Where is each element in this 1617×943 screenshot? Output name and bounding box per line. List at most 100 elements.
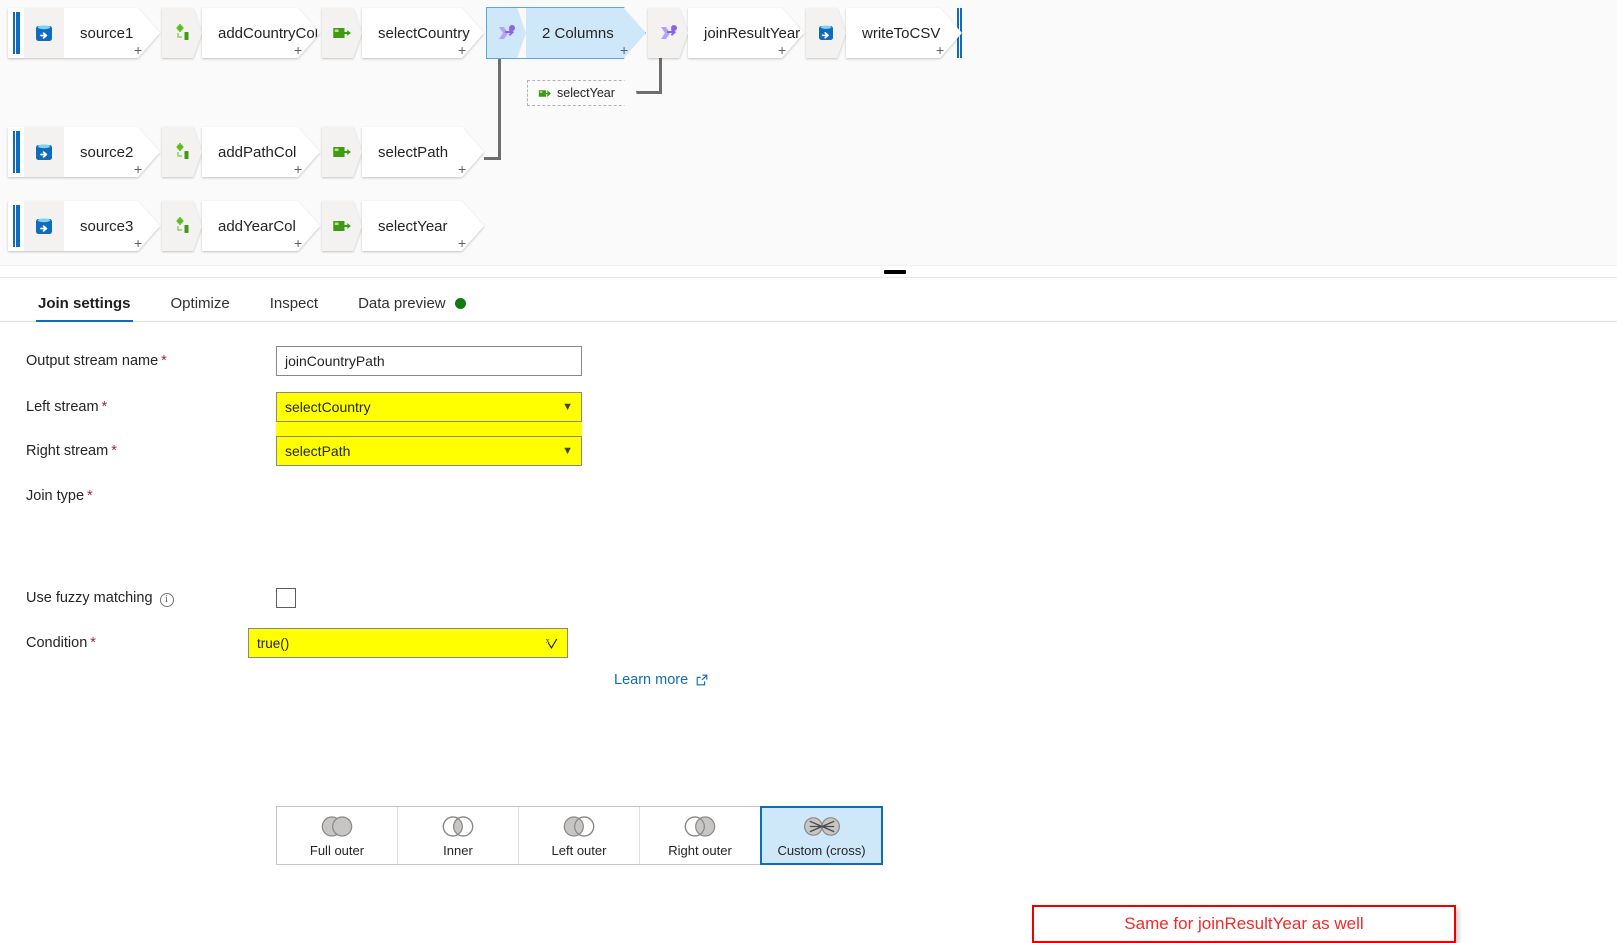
tab-join-settings[interactable]: Join settings [26,295,143,322]
required-marker: * [101,399,108,415]
source-icon [36,218,52,234]
node-icon-container [162,201,202,251]
node-icon-container [322,8,362,58]
add-transform-button[interactable]: + [458,162,466,176]
add-transform-button[interactable]: + [620,43,628,57]
panel-splitter[interactable] [0,265,1617,278]
join-type-option-inner[interactable]: Inner [398,807,519,864]
splitter-drag-handle[interactable] [884,270,906,274]
condition-value: true() [257,635,290,651]
node-label: source3 [64,201,160,251]
condition-expression-input[interactable]: true() x [248,628,568,658]
join-type-option-right-outer[interactable]: Right outer [640,807,761,864]
left-stream-dropdown[interactable]: selectCountry ▼ [276,392,582,422]
join-type-option-left-outer[interactable]: Left outer [519,807,640,864]
connector-selectpath-to-2columns [484,157,501,160]
flow-node-addcountrycol[interactable]: addCountryCol + [162,8,320,58]
add-transform-button[interactable]: + [458,43,466,57]
source-icon [36,25,52,41]
node-icon-container [322,127,362,177]
flow-node-addyearcol[interactable]: addYearCol + [162,201,320,251]
reference-node-label: selectYear [557,86,615,100]
add-transform-button[interactable]: + [294,236,302,250]
info-icon[interactable]: i [159,592,174,607]
flow-node-selectcountry[interactable]: selectCountry + [322,8,484,58]
join-icon [499,25,515,39]
external-link-icon [696,674,708,686]
flow-node-source2[interactable]: source2 + [8,127,160,177]
join-type-label: Custom (cross) [777,842,866,858]
derived-column-icon [176,24,189,40]
join-type-label: Right outer [668,842,732,858]
reference-node-selectyear[interactable]: selectYear [527,80,637,106]
annotation-text: Same for joinResultYear as well [1124,914,1364,933]
add-transform-button[interactable]: + [936,43,944,57]
right-stream-dropdown[interactable]: selectPath ▼ [276,436,582,466]
tab-optimize[interactable]: Optimize [159,295,242,321]
add-transform-button[interactable]: + [134,162,142,176]
field-label: Right stream * [26,443,117,459]
flow-node-source1[interactable]: source1 + [8,8,160,58]
dropdown-value: selectCountry [285,399,371,415]
learn-more-link[interactable]: Learn more [614,672,709,688]
tab-data-preview[interactable]: Data preview [346,295,478,321]
select-icon [333,28,351,38]
node-icon-container [24,201,64,251]
join-type-option-custom-cross[interactable]: Custom (cross) [760,806,883,865]
flow-node-writetocsv[interactable]: writeToCSV + [806,8,962,58]
flow-node-source3[interactable]: source3 + [8,201,160,251]
tab-inspect[interactable]: Inspect [258,295,330,321]
add-transform-button[interactable]: + [294,43,302,57]
field-use-fuzzy-matching: Use fuzzy matching i [26,588,296,608]
node-label: addYearCol [202,201,320,251]
source-icon [36,144,52,160]
tab-label: Join settings [38,295,131,312]
connector-selectyear-ref-to-join [636,91,662,94]
field-label: Use fuzzy matching i [26,590,276,607]
node-label: writeToCSV [846,8,962,58]
derived-column-icon [176,217,189,233]
flow-node-2columns[interactable]: 2 Columns + [486,8,646,58]
join-type-option-full-outer[interactable]: Full outer [277,807,398,864]
flow-node-addpathcol[interactable]: addPathCol + [162,127,320,177]
chevron-down-icon: ▼ [562,445,573,457]
data-preview-status-dot [454,298,466,309]
field-output-stream-name: Output stream name * joinCountryPath [26,346,582,376]
flow-node-selectpath[interactable]: selectPath + [322,127,484,177]
flow-node-selectyear[interactable]: selectYear + [322,201,484,251]
field-label: Join type * [26,488,93,504]
venn-left-outer-icon [563,815,595,837]
field-label: Output stream name * [26,353,167,369]
node-label: addPathCol [202,127,320,177]
field-label: Condition * [26,635,96,651]
annotation-callout: Same for joinResultYear as well [1032,905,1456,943]
flow-node-joinresultyear[interactable]: joinResultYear + [648,8,804,58]
settings-tab-bar: Join settings Optimize Inspect Data prev… [0,278,1617,322]
input-value: joinCountryPath [285,353,385,369]
node-icon-container [24,127,64,177]
add-transform-button[interactable]: + [778,43,786,57]
venn-right-outer-icon [684,815,716,837]
output-stream-name-input[interactable]: joinCountryPath [276,346,582,376]
node-icon-container [806,8,846,58]
field-label: Left stream * [26,399,108,415]
add-transform-button[interactable]: + [294,162,302,176]
node-rail [8,8,24,58]
add-transform-button[interactable]: + [134,43,142,57]
field-condition: Condition * true() x [26,628,568,658]
node-icon-container [162,8,202,58]
chevron-down-icon: ▼ [562,401,573,413]
use-fuzzy-matching-checkbox[interactable] [276,588,296,608]
add-transform-button[interactable]: + [134,236,142,250]
required-marker: * [87,488,93,504]
add-transform-button[interactable]: + [458,236,466,250]
node-rail [8,201,24,251]
data-flow-canvas[interactable]: selectYear source1 + addCountryCol + sel… [0,0,1617,265]
required-marker: * [90,635,96,651]
node-label: joinResultYear [688,8,804,58]
expression-editor-icon[interactable]: x [543,635,559,651]
field-left-stream: Left stream * selectCountry ▼ [26,392,582,422]
node-label: source2 [64,127,160,177]
learn-more-label: Learn more [614,672,689,688]
connector-2columns-down [498,50,501,160]
